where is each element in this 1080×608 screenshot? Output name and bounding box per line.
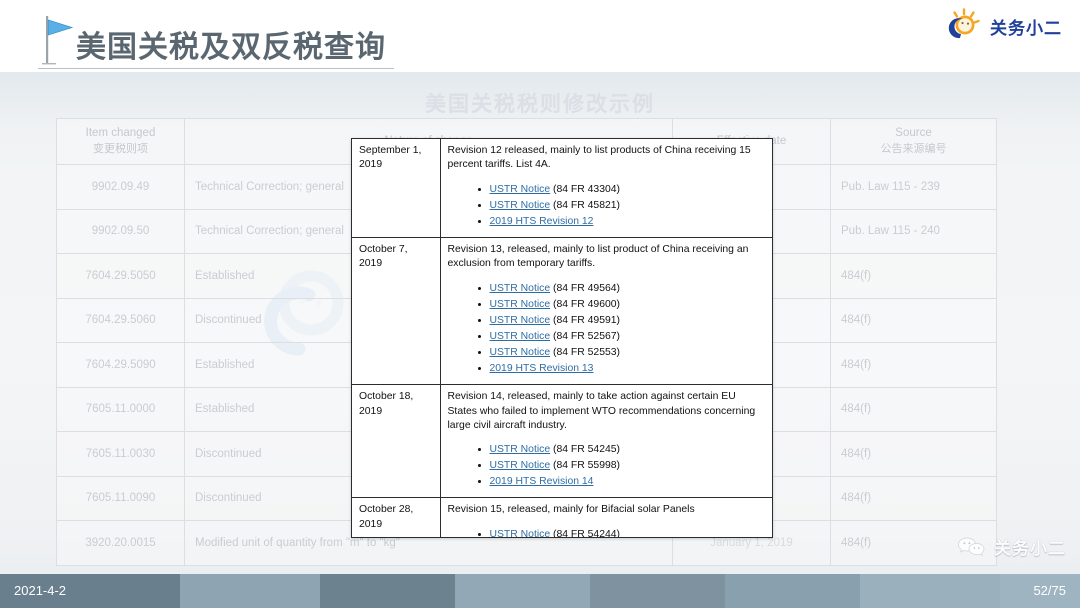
revision-date: September 1, 2019: [352, 139, 440, 237]
cell-source: Pub. Law 115 - 239: [831, 165, 997, 210]
cell-item: 7604.29.5090: [57, 343, 185, 388]
cell-item: 7605.11.0030: [57, 432, 185, 477]
column-header-item-changed: Item changed 变更税则项: [57, 119, 185, 165]
revision-description: Revision 15, released, mainly for Bifaci…: [448, 503, 766, 517]
link-suffix: (84 FR 52553): [550, 347, 620, 358]
list-item: USTR Notice (84 FR 55998): [490, 458, 766, 473]
hts-revision-link[interactable]: 2019 HTS Revision 14: [490, 476, 594, 487]
cell-item: 7605.11.0090: [57, 476, 185, 521]
ustr-notice-link[interactable]: USTR Notice: [490, 315, 551, 326]
revision-description: Revision 13, released, mainly to list pr…: [448, 243, 766, 272]
revision-row: October 18, 2019 Revision 14, released, …: [352, 385, 772, 498]
section-heading: 美国关税税则修改示例: [0, 88, 1080, 118]
revision-description: Revision 14, released, mainly to take ac…: [448, 390, 766, 433]
slide-header: 美国关税及双反税查询 关务小二: [0, 0, 1080, 72]
ustr-notice-link[interactable]: USTR Notice: [490, 200, 551, 211]
cell-source: 484(f): [831, 343, 997, 388]
link-suffix: (84 FR 49564): [550, 283, 620, 294]
ustr-notice-link[interactable]: USTR Notice: [490, 529, 551, 538]
hts-revision-link[interactable]: 2019 HTS Revision 12: [490, 216, 594, 227]
revision-row: October 7, 2019 Revision 13, released, m…: [352, 237, 772, 384]
revision-link-list: USTR Notice (84 FR 54245) USTR Notice (8…: [448, 442, 766, 489]
footer-segment: [725, 574, 860, 608]
ustr-notice-link[interactable]: USTR Notice: [490, 184, 551, 195]
list-item: USTR Notice (84 FR 45821): [490, 198, 766, 213]
ustr-notice-link[interactable]: USTR Notice: [490, 331, 551, 342]
hts-revision-link[interactable]: 2019 HTS Revision 13: [490, 363, 594, 374]
revision-link-list: USTR Notice (84 FR 49564) USTR Notice (8…: [448, 281, 766, 376]
ustr-notice-link[interactable]: USTR Notice: [490, 283, 551, 294]
revision-date: October 28, 2019: [352, 498, 440, 538]
list-item: USTR Notice (84 FR 54245): [490, 442, 766, 457]
revision-details: Revision 14, released, mainly to take ac…: [440, 385, 772, 498]
revision-link-list: USTR Notice (84 FR 54244) 2019 HTS Revis…: [448, 527, 766, 538]
cell-item: 7604.29.5060: [57, 298, 185, 343]
list-item: USTR Notice (84 FR 52567): [490, 329, 766, 344]
link-suffix: (84 FR 52567): [550, 331, 620, 342]
link-suffix: (84 FR 54245): [550, 444, 620, 455]
wechat-icon: [957, 536, 987, 558]
revision-details: Revision 15, released, mainly for Bifaci…: [440, 498, 772, 538]
link-suffix: (84 FR 55998): [550, 460, 620, 471]
page-title: 美国关税及双反税查询: [76, 22, 386, 66]
list-item: 2019 HTS Revision 13: [490, 361, 766, 376]
footer-bar: 2021-4-2 52/75: [0, 574, 1080, 608]
list-item: USTR Notice (84 FR 49564): [490, 281, 766, 296]
cell-item: 7604.29.5050: [57, 254, 185, 299]
footer-segment: [860, 574, 1000, 608]
slide-root: 美国关税及双反税查询 关务小二: [0, 0, 1080, 608]
cell-source: Pub. Law 115 - 240: [831, 209, 997, 254]
list-item: 2019 HTS Revision 12: [490, 214, 766, 229]
link-suffix: (84 FR 54244): [550, 529, 620, 538]
ustr-notice-link[interactable]: USTR Notice: [490, 299, 551, 310]
ustr-notice-link[interactable]: USTR Notice: [490, 347, 551, 358]
wechat-account-name: 关务小二: [994, 534, 1066, 559]
wechat-watermark: 关务小二: [957, 534, 1066, 559]
revision-row: September 1, 2019 Revision 12 released, …: [352, 139, 772, 237]
cell-item: 9902.09.50: [57, 209, 185, 254]
cell-source: 484(f): [831, 387, 997, 432]
ustr-notice-link[interactable]: USTR Notice: [490, 444, 551, 455]
list-item: USTR Notice (84 FR 54244): [490, 527, 766, 538]
list-item: USTR Notice (84 FR 52553): [490, 345, 766, 360]
footer-segment: [590, 574, 725, 608]
revision-description: Revision 12 released, mainly to list pro…: [448, 144, 766, 173]
footer-page-number: 52/75: [1033, 583, 1066, 598]
revision-date: October 7, 2019: [352, 237, 440, 384]
cell-source: 484(f): [831, 298, 997, 343]
link-suffix: (84 FR 49600): [550, 299, 620, 310]
column-header-source: Source 公告来源编号: [831, 119, 997, 165]
list-item: USTR Notice (84 FR 49591): [490, 313, 766, 328]
cell-source: 484(f): [831, 432, 997, 477]
brand-logo: 关务小二: [944, 8, 1062, 44]
brand-name: 关务小二: [990, 14, 1062, 39]
footer-segment: [320, 574, 455, 608]
revision-row: October 28, 2019 Revision 15, released, …: [352, 498, 772, 538]
footer-date: 2021-4-2: [14, 583, 66, 598]
cell-source: 484(f): [831, 254, 997, 299]
revision-table: September 1, 2019 Revision 12 released, …: [352, 139, 772, 538]
cell-item: 7605.11.0000: [57, 387, 185, 432]
cell-item: 9902.09.49: [57, 165, 185, 210]
revision-link-list: USTR Notice (84 FR 43304) USTR Notice (8…: [448, 182, 766, 229]
revision-details: Revision 12 released, mainly to list pro…: [440, 139, 772, 237]
list-item: USTR Notice (84 FR 49600): [490, 297, 766, 312]
footer-segment: [455, 574, 590, 608]
title-underline: [38, 68, 394, 69]
revision-date: October 18, 2019: [352, 385, 440, 498]
list-item: 2019 HTS Revision 14: [490, 474, 766, 489]
revision-details: Revision 13, released, mainly to list pr…: [440, 237, 772, 384]
brand-mascot-icon: [944, 8, 984, 44]
link-suffix: (84 FR 45821): [550, 200, 620, 211]
ustr-notice-link[interactable]: USTR Notice: [490, 460, 551, 471]
footer-segment: [180, 574, 320, 608]
link-suffix: (84 FR 43304): [550, 184, 620, 195]
list-item: USTR Notice (84 FR 43304): [490, 182, 766, 197]
revision-detail-panel: September 1, 2019 Revision 12 released, …: [351, 138, 773, 538]
link-suffix: (84 FR 49591): [550, 315, 620, 326]
cell-source: 484(f): [831, 476, 997, 521]
cell-item: 3920.20.0015: [57, 521, 185, 566]
